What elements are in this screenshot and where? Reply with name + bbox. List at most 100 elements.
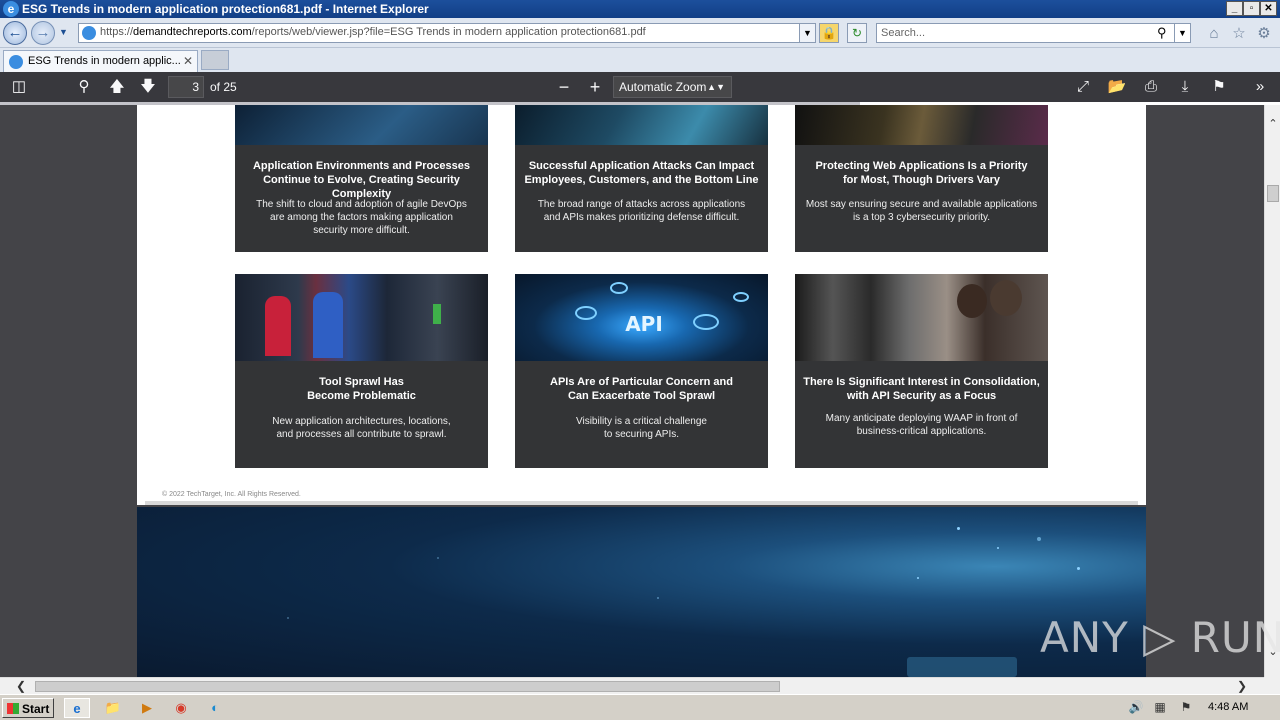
url-text[interactable]: https://demandtechreports.com/reports/we… [100,26,646,38]
settings-gear-icon[interactable]: ⚙ [1255,25,1273,43]
window-title-bar: e ESG Trends in modern application prote… [0,0,1280,18]
refresh-icon[interactable]: ↻ [847,23,867,43]
windows-logo-icon [7,703,19,714]
card-app-environments: Application Environments and Processes C… [235,105,488,252]
print-icon[interactable]: ⎙ [1140,76,1162,98]
pdf-viewer[interactable]: Application Environments and Processes C… [0,105,1264,677]
sidebar-toggle-icon[interactable]: ◫ [8,76,30,98]
taskbar-media-icon[interactable]: ▶ [134,698,160,718]
zoom-in-icon[interactable]: + [584,76,606,98]
copyright-text: © 2022 TechTarget, Inc. All Rights Reser… [162,491,301,498]
card-title: There Is Significant Interest in Consoli… [803,376,1040,388]
window-title: ESG Trends in modern application protect… [22,2,429,16]
card-title: for Most, Though Drivers Vary [842,174,1001,186]
search-icon[interactable]: ⚲ [1157,25,1167,41]
card-title: Become Problematic [307,390,416,402]
open-file-icon[interactable]: 📂 [1106,76,1128,98]
card-image [795,105,1048,145]
card-image [235,274,488,361]
zoom-value: Automatic Zoom [619,80,707,94]
tools-menu-icon[interactable]: » [1249,76,1271,98]
card-web-apps-priority: Protecting Web Applications Is a Priorit… [795,105,1048,252]
horizontal-scrollbar[interactable]: ❮ ❯ [0,677,1264,694]
server-light [433,304,441,324]
scroll-up-icon[interactable]: ⌃ [1265,117,1280,131]
maximize-button[interactable]: ▫ [1243,1,1260,16]
search-dropdown-icon[interactable]: ▼ [1174,24,1190,42]
start-button[interactable]: Start [2,698,54,718]
home-icon[interactable]: ⌂ [1205,25,1223,43]
previous-page-icon[interactable]: 🡅 [106,76,128,98]
tab-close-icon[interactable]: ✕ [183,54,193,68]
card-tool-sprawl: Tool Sprawl Has Become Problematic New a… [235,274,488,468]
page-number-input[interactable]: 3 [168,76,204,98]
start-label: Start [22,702,50,716]
back-button[interactable]: ← [3,21,27,45]
zoom-out-icon[interactable]: − [553,76,575,98]
taskbar: Start e 📁 ▶ ◉ ◐ 🔊 ▦ ⚑ 4:48 AM [0,694,1280,720]
card-title: APIs Are of Particular Concern and [550,376,733,388]
taskbar-edge-icon[interactable]: ◐ [202,698,228,718]
card-title: Successful Application Attacks Can Impac… [528,160,755,172]
favorites-star-icon[interactable]: ☆ [1230,25,1248,43]
api-node-icon [733,292,749,302]
card-title: Continue to Evolve, Creating Security Co… [263,174,460,200]
taskbar-ie-icon[interactable]: e [64,698,90,718]
decorative-shape [907,657,1017,677]
navigation-bar: ← → ▼ https://demandtechreports.com/repo… [0,18,1280,48]
card-body: Most say ensuring secure and available a… [805,199,1038,210]
tab-active[interactable]: ESG Trends in modern applic... ✕ [3,50,198,72]
download-icon[interactable]: ⤓ [1174,76,1196,98]
card-body: The shift to cloud and adoption of agile… [256,199,467,210]
scroll-right-icon[interactable]: ❯ [1237,679,1247,693]
card-image [795,274,1048,361]
card-body: New application architectures, locations… [272,416,451,427]
ie-logo-icon: e [3,1,19,17]
scroll-corner [1264,677,1280,694]
card-app-attacks: Successful Application Attacks Can Impac… [515,105,768,252]
person-figure [957,284,987,318]
card-body: are among the factors making application [270,212,453,223]
scroll-left-icon[interactable]: ❮ [16,679,26,693]
volume-icon[interactable]: 🔊 [1128,700,1144,716]
action-center-flag-icon[interactable]: ⚑ [1178,700,1194,716]
zoom-select[interactable]: Automatic Zoom ▲▼ [613,76,732,98]
taskbar-chrome-icon[interactable]: ◉ [168,698,194,718]
scroll-thumb[interactable] [1267,185,1279,202]
pdf-page: Application Environments and Processes C… [137,105,1146,505]
lock-icon[interactable]: 🔒 [819,23,839,43]
card-title: Can Exacerbate Tool Sprawl [567,390,716,402]
vertical-scrollbar[interactable]: ⌃ ⌄ [1264,105,1280,677]
history-dropdown-icon[interactable]: ▼ [59,27,68,37]
find-icon[interactable]: ⚲ [73,76,95,98]
new-tab-button[interactable] [201,50,229,70]
card-body: and processes all contribute to sprawl. [276,429,447,440]
tab-ie-icon [9,55,23,69]
card-body: to securing APIs. [603,429,680,440]
search-box[interactable]: Search... ⚲ ▼ [876,23,1191,43]
api-node-icon [610,282,628,294]
page-icon [82,26,96,40]
address-bar[interactable]: https://demandtechreports.com/reports/we… [78,23,816,43]
minimize-button[interactable]: _ [1226,1,1243,16]
card-title: Protecting Web Applications Is a Priorit… [815,160,1028,172]
address-dropdown-icon[interactable]: ▼ [799,24,815,42]
person-figure [313,292,343,358]
card-consolidation: There Is Significant Interest in Consoli… [795,274,1048,468]
card-image [235,105,488,145]
card-title: Employees, Customers, and the Bottom Lin… [524,174,759,186]
card-body: Many anticipate deploying WAAP in front … [825,413,1018,424]
bookmark-icon[interactable]: ⚑ [1208,76,1230,98]
taskbar-explorer-icon[interactable]: 📁 [100,698,126,718]
anyrun-watermark: ANY ▷ RUN [1040,613,1280,662]
presentation-mode-icon[interactable]: ⤢ [1072,76,1094,98]
scroll-thumb[interactable] [35,681,780,692]
network-icon[interactable]: ▦ [1152,700,1168,716]
card-body: Visibility is a critical challenge [576,416,707,427]
next-page-icon[interactable]: 🡇 [137,76,159,98]
clock[interactable]: 4:48 AM [1208,701,1248,713]
close-button[interactable]: ✕ [1260,1,1277,16]
card-title: Application Environments and Processes [252,160,470,172]
search-placeholder: Search... [881,27,926,39]
forward-button[interactable]: → [31,21,55,45]
